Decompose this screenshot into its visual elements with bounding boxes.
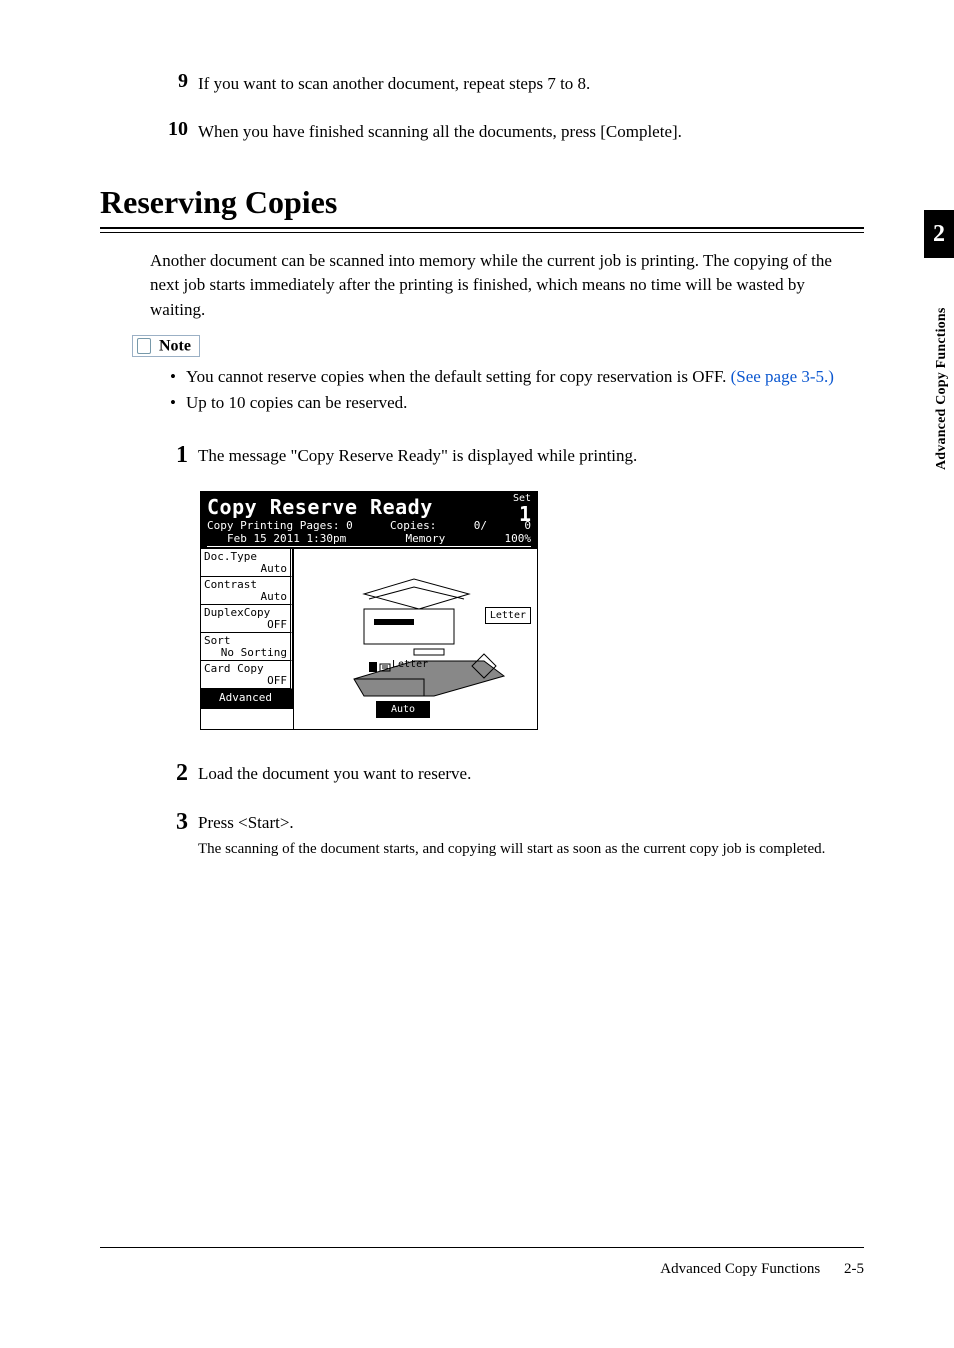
page-number: 2-5 bbox=[844, 1261, 864, 1277]
lcd-sort-button[interactable]: Sort No Sorting bbox=[201, 633, 293, 661]
step-2-row: 2 Load the document you want to reserve. bbox=[160, 760, 864, 787]
lcd-sidebar: Doc.Type Auto Contrast Auto DuplexCopy O… bbox=[201, 549, 294, 729]
lcd-header: Copy Reserve Ready Set 1 Copy Printing P… bbox=[201, 492, 537, 549]
bullet-item: • You cannot reserve copies when the def… bbox=[170, 365, 864, 390]
lcd-memory-label: Memory bbox=[405, 532, 445, 545]
lcd-status-line: Copy Printing Pages: 0 Copies: 0/ 0 bbox=[207, 519, 531, 532]
section-heading: Reserving Copies bbox=[100, 184, 864, 221]
note-box: Note bbox=[132, 335, 200, 357]
note-label: Note bbox=[159, 337, 191, 354]
footer-rule bbox=[100, 1247, 864, 1248]
intro-paragraph: Another document can be scanned into mem… bbox=[150, 249, 864, 323]
step-number: 2 bbox=[160, 760, 188, 787]
step-10-row: 10 When you have finished scanning all t… bbox=[160, 118, 864, 144]
lcd-screenshot: Copy Reserve Ready Set 1 Copy Printing P… bbox=[200, 491, 538, 730]
note-icon bbox=[137, 338, 151, 354]
heading-rule bbox=[100, 227, 864, 233]
note-bullets: • You cannot reserve copies when the def… bbox=[170, 365, 864, 416]
page-footer: Advanced Copy Functions 2-5 bbox=[660, 1261, 864, 1278]
lcd-copies-label: Copies: bbox=[390, 519, 436, 532]
lcd-contrast-button[interactable]: Contrast Auto bbox=[201, 577, 293, 605]
lcd-copies-cur: 0/ bbox=[474, 519, 487, 532]
step-note: The scanning of the document starts, and… bbox=[198, 839, 825, 860]
lcd-cardcopy-button[interactable]: Card Copy OFF bbox=[201, 661, 293, 689]
lcd-advanced-button[interactable]: Advanced bbox=[201, 689, 293, 709]
page-link[interactable]: (See page 3-5.) bbox=[731, 367, 834, 386]
step-text: Load the document you want to reserve. bbox=[198, 760, 471, 787]
lcd-duplex-button[interactable]: DuplexCopy OFF bbox=[201, 605, 293, 633]
step-9-row: 9 If you want to scan another document, … bbox=[160, 70, 864, 96]
bullet-item: • Up to 10 copies can be reserved. bbox=[170, 391, 864, 416]
lcd-datetime-line: Feb 15 2011 1:30pm Memory 100% bbox=[207, 532, 531, 547]
bullet-dot: • bbox=[170, 391, 186, 416]
bullet-text: You cannot reserve copies when the defau… bbox=[186, 365, 834, 390]
step-text: If you want to scan another document, re… bbox=[198, 70, 590, 96]
step-1-row: 1 The message "Copy Reserve Ready" is di… bbox=[160, 442, 864, 469]
lcd-auto-button[interactable]: Auto bbox=[376, 701, 430, 718]
lcd-datetime: Feb 15 2011 1:30pm bbox=[227, 532, 346, 545]
lcd-title: Copy Reserve Ready bbox=[207, 495, 433, 519]
lcd-pages: Copy Printing Pages: 0 bbox=[207, 519, 353, 532]
lcd-doctype-button[interactable]: Doc.Type Auto bbox=[201, 549, 293, 577]
lcd-memory-value: 100% bbox=[505, 532, 532, 545]
lcd-body: Doc.Type Auto Contrast Auto DuplexCopy O… bbox=[201, 549, 537, 729]
bullet-dot: • bbox=[170, 365, 186, 390]
lcd-canvas: Letter Letter Auto bbox=[294, 549, 537, 729]
step-3-row: 3 Press <Start>. The scanning of the doc… bbox=[160, 809, 864, 860]
step-text: Press <Start>. The scanning of the docum… bbox=[198, 809, 825, 860]
step-text: The message "Copy Reserve Ready" is disp… bbox=[198, 442, 637, 469]
lcd-orientation-label: Letter bbox=[392, 659, 428, 670]
step-number: 3 bbox=[160, 809, 188, 860]
step-number: 9 bbox=[160, 70, 188, 96]
bullet-text: Up to 10 copies can be reserved. bbox=[186, 391, 407, 416]
lcd-set-block: Set 1 bbox=[513, 494, 531, 524]
footer-text: Advanced Copy Functions bbox=[660, 1261, 820, 1277]
lcd-set-value: 1 bbox=[513, 504, 531, 524]
step-number: 1 bbox=[160, 442, 188, 469]
step-text: When you have finished scanning all the … bbox=[198, 118, 682, 144]
lcd-paper-size[interactable]: Letter bbox=[485, 607, 531, 624]
step-number: 10 bbox=[160, 118, 188, 144]
